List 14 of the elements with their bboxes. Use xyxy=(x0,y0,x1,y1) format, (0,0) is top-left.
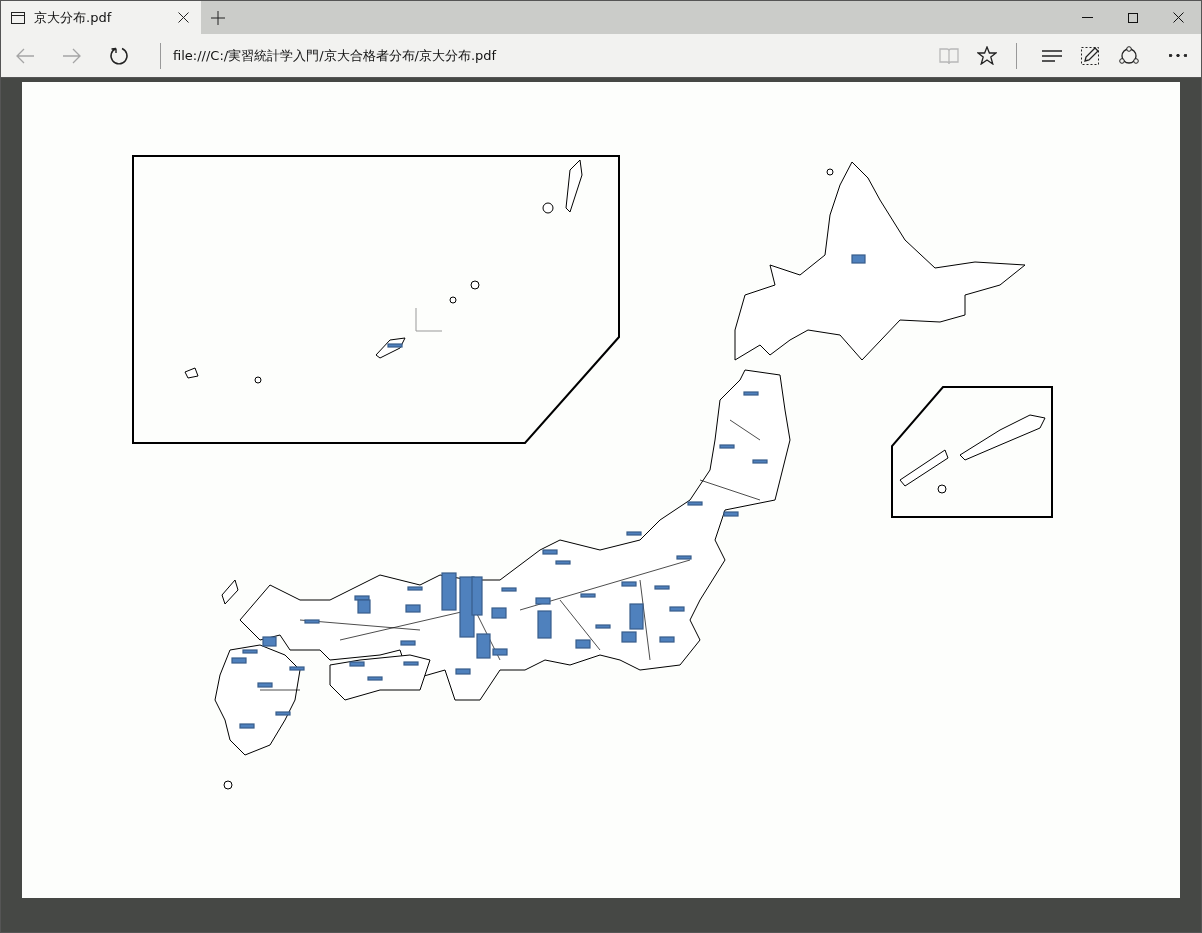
close-icon[interactable] xyxy=(1173,12,1184,23)
browser-tab[interactable]: 京大分布.pdf xyxy=(1,1,201,34)
tab-page-icon xyxy=(11,11,25,24)
address-field[interactable]: file:///C:/実習統計学入門/京大合格者分布/京大分布.pdf xyxy=(173,46,497,65)
tab-title: 京大分布.pdf xyxy=(34,8,113,27)
pen-note-icon[interactable] xyxy=(1080,45,1100,66)
menu-icon[interactable] xyxy=(1042,49,1062,62)
close-tab-icon[interactable] xyxy=(178,12,189,23)
share-icon[interactable] xyxy=(1118,45,1140,66)
more-icon[interactable] xyxy=(1169,54,1187,57)
refresh-icon[interactable] xyxy=(109,45,129,66)
star-icon[interactable] xyxy=(977,46,997,65)
new-tab-icon[interactable] xyxy=(211,10,225,25)
maximize-icon[interactable] xyxy=(1128,12,1138,23)
